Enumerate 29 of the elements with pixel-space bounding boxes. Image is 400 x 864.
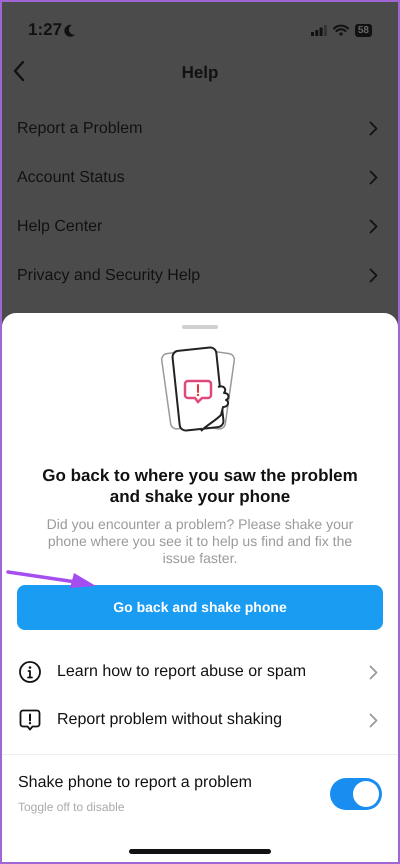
shake-toggle[interactable] [330, 778, 382, 810]
sheet-description: Did you encounter a problem? Please shake your phone where you see it to help us find and fix the issue faster. [46, 516, 354, 567]
alert-bubble-icon [18, 708, 42, 732]
sheet-title: Go back to where you saw the problem and shake your phone [41, 465, 359, 507]
toggle-hint: Toggle off to disable [18, 799, 126, 816]
toggle-label: Shake phone to report a problem [18, 773, 252, 793]
menu-item[interactable]: Help Center [2, 202, 398, 251]
chevron-right-icon [369, 268, 378, 283]
chevron-right-icon [369, 712, 378, 728]
chevron-right-icon [369, 170, 378, 185]
page-title: Help [182, 62, 218, 84]
status-time: 1:27 [28, 19, 62, 42]
option-row[interactable]: Report problem without shaking [2, 696, 398, 744]
chevron-right-icon [369, 121, 378, 136]
menu-item[interactable]: Report a Problem [2, 104, 398, 153]
info-icon [18, 660, 42, 684]
menu-item[interactable]: Account Status [2, 153, 398, 202]
shake-phone-button[interactable]: Go back and shake phone [17, 585, 383, 630]
wifi-icon [332, 24, 349, 36]
menu-item[interactable]: Privacy and Security Help [2, 251, 398, 300]
chevron-right-icon [369, 219, 378, 234]
arrow-icon [6, 570, 98, 588]
signal-icon [310, 24, 327, 36]
chevron-right-icon [369, 664, 378, 680]
battery-indicator: 58 [354, 24, 372, 36]
back-icon [12, 60, 26, 82]
option-row[interactable]: Learn how to report abuse or spam [2, 648, 398, 696]
moon-icon [64, 24, 76, 36]
drag-handle[interactable] [182, 325, 218, 329]
